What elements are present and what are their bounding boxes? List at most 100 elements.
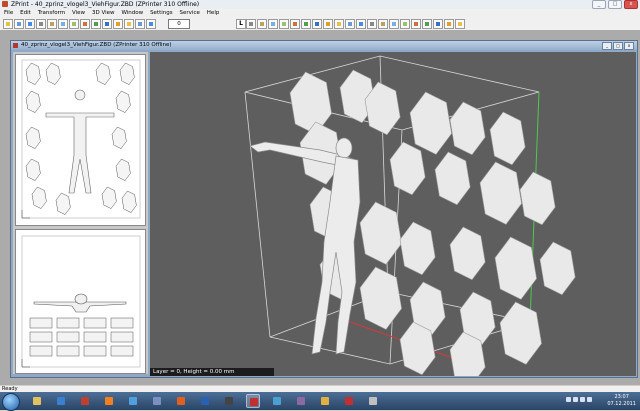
open-icon[interactable] xyxy=(14,19,24,29)
terminal-icon[interactable] xyxy=(222,394,236,408)
top-view-pane[interactable] xyxy=(15,54,146,226)
view-iso-icon[interactable] xyxy=(312,19,322,29)
redo-icon[interactable] xyxy=(91,19,101,29)
record-icon-glyph xyxy=(345,397,353,405)
pan-icon[interactable] xyxy=(367,19,377,29)
minimize-button[interactable]: _ xyxy=(592,0,606,9)
model-part xyxy=(479,161,522,225)
tray-icon[interactable] xyxy=(573,397,578,402)
folder-icon[interactable] xyxy=(318,394,332,408)
cut-icon[interactable] xyxy=(47,19,57,29)
fit-icon[interactable] xyxy=(356,19,366,29)
menu-settings[interactable]: Settings xyxy=(149,9,174,17)
shade-icon[interactable] xyxy=(389,19,399,29)
paste-icon-glyph xyxy=(72,22,76,26)
model-part xyxy=(289,71,332,135)
scale-icon[interactable] xyxy=(135,19,145,29)
start-button[interactable] xyxy=(2,393,20,411)
explorer-icon[interactable] xyxy=(30,394,44,408)
charts-icon[interactable] xyxy=(270,394,284,408)
color-icon[interactable] xyxy=(444,19,454,29)
pack-icon[interactable] xyxy=(433,19,443,29)
new-icon[interactable] xyxy=(3,19,13,29)
model-part xyxy=(539,241,576,296)
menu-transform[interactable]: Transform xyxy=(37,9,66,17)
maximize-button[interactable]: □ xyxy=(608,0,622,9)
save-icon[interactable] xyxy=(25,19,35,29)
taskbar-clock[interactable]: 23:07 07.12.2011 xyxy=(607,394,636,408)
move-icon-glyph xyxy=(116,22,120,26)
users-icon[interactable] xyxy=(150,394,164,408)
zprint-icon[interactable] xyxy=(246,394,260,408)
slice-icon[interactable] xyxy=(268,19,278,29)
undo-icon[interactable] xyxy=(80,19,90,29)
layer-down-icon[interactable] xyxy=(246,19,256,29)
copy-icon[interactable] xyxy=(58,19,68,29)
firefox-icon[interactable] xyxy=(174,394,188,408)
model-part-front xyxy=(29,317,53,329)
charts-icon-glyph xyxy=(273,397,281,405)
menu-file[interactable]: File xyxy=(3,9,14,17)
virtualbox-icon[interactable] xyxy=(198,394,212,408)
model-part xyxy=(489,111,526,166)
virtualbox-icon-glyph xyxy=(201,397,209,405)
recorder-icon[interactable] xyxy=(78,394,92,408)
tray-icon[interactable] xyxy=(587,397,592,402)
zoom-all-icon-glyph xyxy=(348,22,352,26)
vlc-icon-glyph xyxy=(105,397,113,405)
doc-minimize-button[interactable]: _ xyxy=(602,42,612,50)
help-icon[interactable] xyxy=(455,19,465,29)
view-right-icon[interactable] xyxy=(301,19,311,29)
record-icon[interactable] xyxy=(342,394,356,408)
view-top-icon[interactable] xyxy=(279,19,289,29)
3d-viewport[interactable] xyxy=(150,52,636,376)
menu-view[interactable]: View xyxy=(71,9,86,17)
layer-button[interactable]: L xyxy=(236,19,246,29)
doc-restore-button[interactable]: □ xyxy=(613,42,623,50)
network-icon[interactable] xyxy=(126,394,140,408)
menu-help[interactable]: Help xyxy=(206,9,221,17)
layer-input[interactable]: 0 xyxy=(168,19,190,29)
wire-icon[interactable] xyxy=(400,19,410,29)
menu-service[interactable]: Service xyxy=(179,9,201,17)
redo-icon-glyph xyxy=(94,22,98,26)
paste-icon[interactable] xyxy=(69,19,79,29)
scrap-icon-glyph xyxy=(369,397,377,405)
media-player-icon[interactable] xyxy=(54,394,68,408)
tray-icon[interactable] xyxy=(566,397,571,402)
move-icon[interactable] xyxy=(113,19,123,29)
wire-icon-glyph xyxy=(403,22,407,26)
delete-icon[interactable] xyxy=(146,19,156,29)
model-part-front xyxy=(83,345,107,357)
zoom-in-icon[interactable] xyxy=(323,19,333,29)
menu-window[interactable]: Window xyxy=(120,9,144,17)
vlc-icon[interactable] xyxy=(102,394,116,408)
print-icon[interactable] xyxy=(36,19,46,29)
front-view-canvas xyxy=(21,235,141,368)
select-icon[interactable] xyxy=(102,19,112,29)
model-part xyxy=(499,301,542,365)
view-front-icon-glyph xyxy=(293,22,297,26)
model-part-front xyxy=(83,317,107,329)
doc-close-button[interactable]: x xyxy=(624,42,634,50)
view-front-icon[interactable] xyxy=(290,19,300,29)
system-tray xyxy=(566,397,596,405)
menu-3d-view[interactable]: 3D View xyxy=(91,9,116,17)
scrap-icon[interactable] xyxy=(366,394,380,408)
menu-edit[interactable]: Edit xyxy=(19,9,32,17)
tool-icon[interactable] xyxy=(294,394,308,408)
model-part-front xyxy=(56,345,80,357)
close-button[interactable]: x xyxy=(624,0,638,9)
tool-icon-glyph xyxy=(297,397,305,405)
collide-icon[interactable] xyxy=(422,19,432,29)
front-view-pane[interactable] xyxy=(15,229,146,374)
tray-icon[interactable] xyxy=(580,397,585,402)
orbit-icon[interactable] xyxy=(378,19,388,29)
rotate-icon[interactable] xyxy=(124,19,134,29)
open-icon-glyph xyxy=(17,22,21,26)
zoom-out-icon[interactable] xyxy=(334,19,344,29)
bound-icon[interactable] xyxy=(411,19,421,29)
zoom-all-icon[interactable] xyxy=(345,19,355,29)
fit-icon-glyph xyxy=(359,22,363,26)
layer-up-icon[interactable] xyxy=(257,19,267,29)
